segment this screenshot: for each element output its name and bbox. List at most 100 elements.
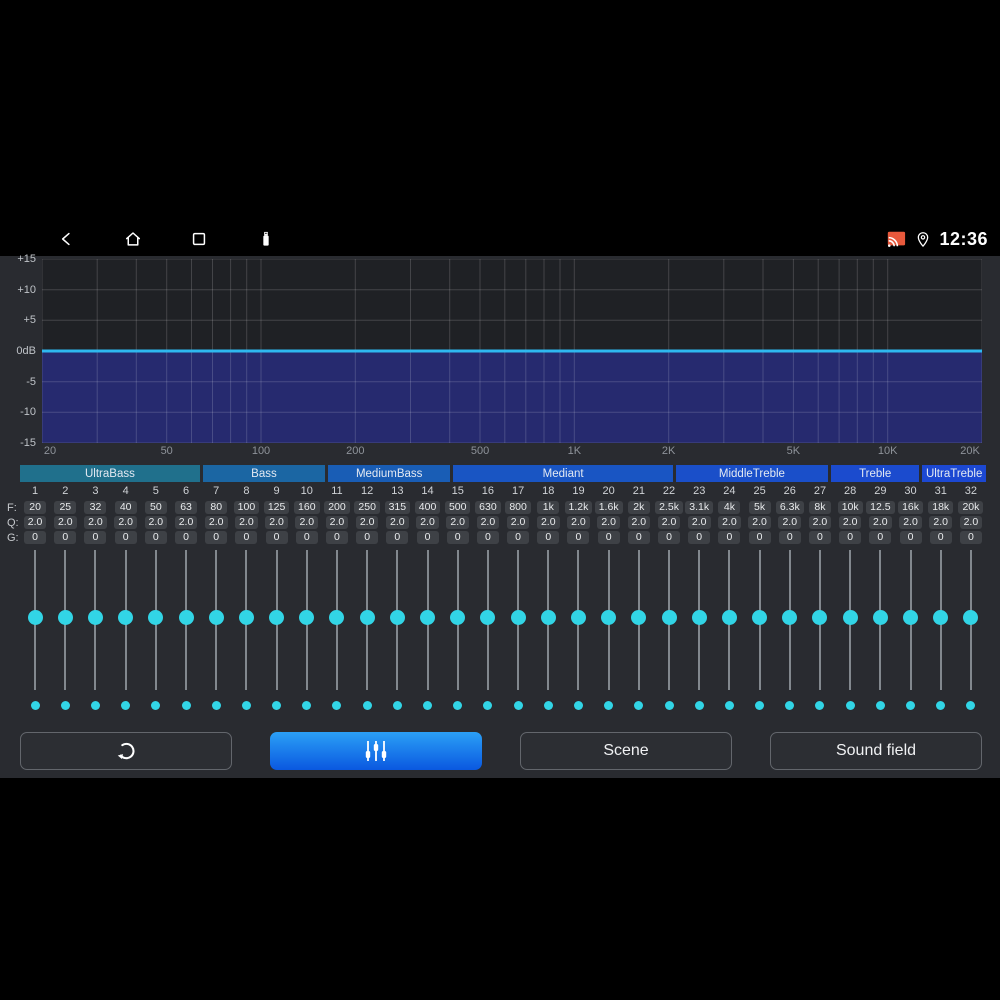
gain-value[interactable]: 0 xyxy=(839,531,862,544)
usb-icon[interactable] xyxy=(256,229,276,249)
slider-knob[interactable] xyxy=(57,610,73,626)
slider-knob[interactable] xyxy=(721,610,737,626)
gain-slider[interactable] xyxy=(594,550,624,690)
gain-slider[interactable] xyxy=(714,550,744,690)
gain-value[interactable]: 0 xyxy=(748,531,771,544)
back-icon[interactable] xyxy=(56,229,76,249)
frequency-value[interactable]: 1.6k xyxy=(594,501,623,514)
slider-knob[interactable] xyxy=(540,610,556,626)
gain-slider[interactable] xyxy=(382,550,412,690)
frequency-value[interactable]: 3.1k xyxy=(685,501,714,514)
band-header-mediant[interactable]: Mediant xyxy=(453,465,673,482)
frequency-value[interactable]: 630 xyxy=(475,501,501,514)
q-factor-value[interactable]: 2.0 xyxy=(506,516,530,529)
gain-slider[interactable] xyxy=(835,550,865,690)
gain-slider[interactable] xyxy=(111,550,141,690)
channel-dot[interactable] xyxy=(694,700,704,710)
channel-dot[interactable] xyxy=(241,700,251,710)
slider-knob[interactable] xyxy=(510,610,526,626)
slider-knob[interactable] xyxy=(299,610,315,626)
q-factor-value[interactable]: 2.0 xyxy=(778,516,802,529)
channel-dot[interactable] xyxy=(121,700,131,710)
frequency-value[interactable]: 16k xyxy=(898,501,923,514)
gain-slider[interactable] xyxy=(926,550,956,690)
frequency-value[interactable]: 20k xyxy=(958,501,984,514)
q-factor-value[interactable]: 2.0 xyxy=(597,516,620,529)
slider-knob[interactable] xyxy=(661,610,677,626)
q-factor-value[interactable]: 2.0 xyxy=(718,516,741,529)
channel-dot[interactable] xyxy=(664,700,674,710)
frequency-value[interactable]: 100 xyxy=(233,501,260,514)
channel-dot[interactable] xyxy=(513,700,523,710)
channel-dot[interactable] xyxy=(573,700,583,710)
frequency-value[interactable]: 200 xyxy=(324,501,350,514)
slider-knob[interactable] xyxy=(752,610,768,626)
frequency-value[interactable]: 50 xyxy=(144,501,167,514)
frequency-value[interactable]: 400 xyxy=(414,501,441,514)
gain-slider[interactable] xyxy=(805,550,835,690)
channel-dot[interactable] xyxy=(906,700,916,710)
q-factor-value[interactable]: 2.0 xyxy=(265,516,288,529)
gain-value[interactable]: 0 xyxy=(929,531,952,544)
gain-value[interactable]: 0 xyxy=(235,531,258,544)
gain-slider[interactable] xyxy=(443,550,473,690)
slider-knob[interactable] xyxy=(269,610,285,626)
slider-knob[interactable] xyxy=(933,610,949,626)
slider-knob[interactable] xyxy=(782,610,798,626)
slider-knob[interactable] xyxy=(903,610,919,626)
gain-slider[interactable] xyxy=(412,550,442,690)
channel-dot[interactable] xyxy=(151,700,161,710)
gain-value[interactable]: 0 xyxy=(899,531,922,544)
slider-knob[interactable] xyxy=(359,610,375,626)
channel-dot[interactable] xyxy=(392,700,402,710)
gain-value[interactable]: 0 xyxy=(114,531,137,544)
frequency-value[interactable]: 1k xyxy=(537,501,560,514)
gain-slider[interactable] xyxy=(654,550,684,690)
gain-value[interactable]: 0 xyxy=(175,531,198,544)
channel-dot[interactable] xyxy=(181,700,191,710)
gain-value[interactable]: 0 xyxy=(718,531,741,544)
gain-value[interactable]: 0 xyxy=(84,531,107,544)
frequency-value[interactable]: 25 xyxy=(54,501,77,514)
gain-value[interactable]: 0 xyxy=(507,531,530,544)
channel-dot[interactable] xyxy=(60,700,70,710)
channel-dot[interactable] xyxy=(936,700,946,710)
gain-slider[interactable] xyxy=(292,550,322,690)
gain-value[interactable]: 0 xyxy=(808,531,831,544)
gain-value[interactable]: 0 xyxy=(54,531,77,544)
q-factor-value[interactable]: 2.0 xyxy=(476,516,500,529)
slider-knob[interactable] xyxy=(178,610,194,626)
channel-dot[interactable] xyxy=(90,700,100,710)
gain-slider[interactable] xyxy=(865,550,895,690)
gain-value[interactable]: 0 xyxy=(265,531,288,544)
gain-value[interactable]: 0 xyxy=(24,531,47,544)
q-factor-value[interactable]: 2.0 xyxy=(869,516,892,529)
q-factor-value[interactable]: 2.0 xyxy=(295,516,319,529)
gain-slider[interactable] xyxy=(20,550,50,690)
gain-value[interactable]: 0 xyxy=(658,531,681,544)
q-factor-value[interactable]: 2.0 xyxy=(627,516,651,529)
slider-knob[interactable] xyxy=(208,610,224,626)
channel-dot[interactable] xyxy=(845,700,855,710)
slider-knob[interactable] xyxy=(812,610,828,626)
slider-knob[interactable] xyxy=(238,610,254,626)
gain-slider[interactable] xyxy=(503,550,533,690)
slider-knob[interactable] xyxy=(148,610,164,626)
band-header-mediumbass[interactable]: MediumBass xyxy=(328,465,451,482)
gain-slider[interactable] xyxy=(745,550,775,690)
frequency-value[interactable]: 32 xyxy=(84,501,107,514)
channel-dot[interactable] xyxy=(302,700,312,710)
gain-value[interactable]: 0 xyxy=(688,531,711,544)
slider-knob[interactable] xyxy=(450,610,466,626)
slider-knob[interactable] xyxy=(601,610,617,626)
frequency-value[interactable]: 63 xyxy=(175,501,198,514)
gain-value[interactable]: 0 xyxy=(778,531,801,544)
frequency-value[interactable]: 800 xyxy=(505,501,531,514)
q-factor-value[interactable]: 2.0 xyxy=(84,516,107,529)
sound-field-button[interactable]: Sound field xyxy=(770,732,982,770)
gain-slider[interactable] xyxy=(684,550,714,690)
frequency-value[interactable]: 4k xyxy=(718,501,741,514)
gain-slider[interactable] xyxy=(895,550,925,690)
q-factor-value[interactable]: 2.0 xyxy=(204,516,228,529)
slider-knob[interactable] xyxy=(480,610,496,626)
